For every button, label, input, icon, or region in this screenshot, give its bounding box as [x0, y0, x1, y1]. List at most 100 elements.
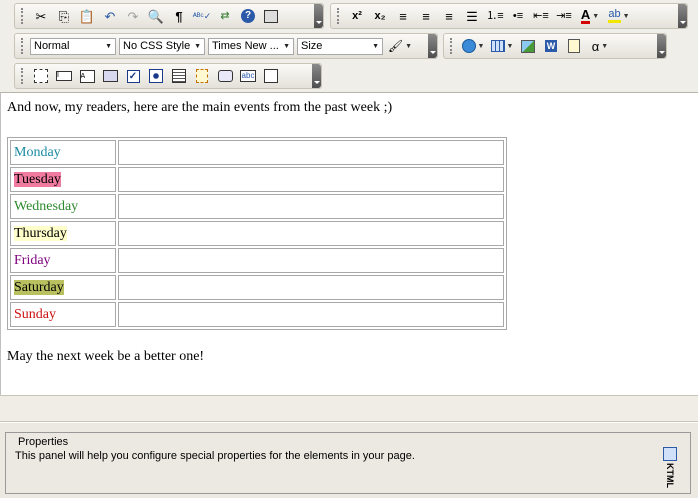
day-cell[interactable]: Saturday [10, 275, 116, 300]
day-cell[interactable]: Thursday [10, 221, 116, 246]
button-icon[interactable] [214, 65, 236, 87]
format-toolbar: x² x₂ ≡ ≡ ≡ ☰ ⒈≡ •≡ ⇤≡ ⇥≡ A ▼ ab ▼ [330, 3, 688, 29]
chevron-down-icon: ▼ [194, 42, 201, 50]
event-cell[interactable] [118, 140, 504, 165]
image-icon[interactable] [517, 35, 539, 57]
align-right-icon[interactable]: ≡ [438, 5, 460, 27]
toolbar-grip[interactable] [450, 38, 455, 54]
event-cell[interactable] [118, 221, 504, 246]
table-row: Thursday [10, 221, 504, 246]
properties-legend: Properties [16, 436, 71, 448]
preview-icon[interactable] [260, 5, 282, 27]
copy-icon[interactable]: ⎘ [53, 5, 75, 27]
outdent-icon[interactable]: ⇤≡ [530, 5, 552, 27]
toolbar-overflow-button[interactable] [314, 4, 323, 28]
justify-icon[interactable]: ☰ [461, 5, 483, 27]
day-label: Tuesday [14, 171, 61, 187]
font-name-select[interactable]: Times New ... ▼ [208, 37, 294, 55]
day-cell[interactable]: Friday [10, 248, 116, 273]
css-style-select[interactable]: No CSS Style ▼ [119, 37, 205, 55]
edit-toolbar: ✂ ⎘ 📋 ↶ ↷ 🔍 ¶ ᴬᴮᶜ✓ ⇄ ? [14, 3, 324, 29]
indent-icon[interactable]: ⇥≡ [553, 5, 575, 27]
highlight-icon[interactable]: ab ▼ [605, 5, 633, 27]
editor-content[interactable]: And now, my readers, here are the main e… [0, 93, 698, 395]
paragraph-format-value: Normal [34, 40, 70, 52]
redo-icon[interactable]: ↷ [122, 5, 144, 27]
undo-icon[interactable]: ↶ [99, 5, 121, 27]
intro-paragraph: And now, my readers, here are the main e… [7, 100, 393, 115]
label-icon[interactable]: abc [237, 65, 259, 87]
pilcrow-icon[interactable]: ¶ [168, 5, 190, 27]
properties-panel: Properties This panel will help you conf… [0, 423, 698, 498]
word-document-icon[interactable]: W [540, 35, 562, 57]
day-label: Sunday [14, 306, 56, 322]
form-toolbar: I A ✓ abc [14, 63, 322, 89]
help-icon[interactable]: ? [237, 5, 259, 27]
toolbar-overflow-button[interactable] [312, 64, 321, 88]
toolbar-grip[interactable] [21, 38, 26, 54]
special-char-icon[interactable]: α ▼ [586, 35, 614, 57]
ktml-logo: KTML [662, 447, 678, 489]
align-left-icon[interactable]: ≡ [392, 5, 414, 27]
toolbar-grip[interactable] [21, 68, 26, 84]
subscript-icon[interactable]: x₂ [369, 5, 391, 27]
form-icon[interactable] [30, 65, 52, 87]
superscript-icon[interactable]: x² [346, 5, 368, 27]
day-cell[interactable]: Sunday [10, 302, 116, 327]
ordered-list-icon[interactable]: ⒈≡ [484, 5, 506, 27]
file-field-icon[interactable] [191, 65, 213, 87]
event-cell[interactable] [118, 194, 504, 219]
day-label: Friday [14, 252, 51, 268]
events-table[interactable]: Monday Tuesday Wednesday Thursday Friday Satu… [7, 137, 507, 330]
day-label: Wednesday [14, 198, 79, 214]
fieldset-icon[interactable] [260, 65, 282, 87]
unordered-list-icon[interactable]: •≡ [507, 5, 529, 27]
replace-icon[interactable]: ⇄ [214, 5, 236, 27]
status-bar [0, 395, 698, 422]
toolbar-grip[interactable] [21, 8, 26, 24]
ktml-logo-icon [663, 447, 677, 461]
find-icon[interactable]: 🔍 [145, 5, 167, 27]
toolbar-overflow-button[interactable] [428, 34, 437, 58]
event-cell[interactable] [118, 248, 504, 273]
table-row: Friday [10, 248, 504, 273]
textarea-icon[interactable]: A [76, 65, 98, 87]
paragraph-format-select[interactable]: Normal ▼ [30, 37, 116, 55]
table-icon[interactable]: ▼ [488, 35, 516, 57]
radio-icon[interactable] [145, 65, 167, 87]
day-cell[interactable]: Wednesday [10, 194, 116, 219]
spellcheck-icon[interactable]: ᴬᴮᶜ✓ [191, 5, 213, 27]
event-cell[interactable] [118, 275, 504, 300]
hyperlink-icon[interactable]: ▼ [459, 35, 487, 57]
hidden-field-icon[interactable] [99, 65, 121, 87]
toolbar-overflow-button[interactable] [657, 34, 666, 58]
insert-toolbar: ▼ ▼ W α ▼ [443, 33, 667, 59]
insert-file-icon[interactable] [563, 35, 585, 57]
font-size-select[interactable]: Size ▼ [297, 37, 383, 55]
font-size-value: Size [301, 40, 323, 52]
paste-icon[interactable]: 📋 [76, 5, 98, 27]
event-cell[interactable] [118, 167, 504, 192]
properties-fieldset: Properties This panel will help you conf… [5, 432, 691, 494]
toolbar-overflow-button[interactable] [678, 4, 687, 28]
textfield-icon[interactable]: I [53, 65, 75, 87]
toolbar-grip[interactable] [337, 8, 342, 24]
event-cell[interactable] [118, 302, 504, 327]
checkbox-icon[interactable]: ✓ [122, 65, 144, 87]
chevron-down-icon: ▼ [283, 42, 290, 50]
clean-format-icon[interactable]: 🖌 ▼ [386, 35, 414, 57]
cut-icon[interactable]: ✂ [30, 5, 52, 27]
table-row: Saturday [10, 275, 504, 300]
day-label: Saturday [14, 279, 64, 295]
font-color-icon[interactable]: A ▼ [576, 5, 604, 27]
special-char-label: α [591, 38, 600, 54]
editor-toolbar-area: ✂ ⎘ 📋 ↶ ↷ 🔍 ¶ ᴬᴮᶜ✓ ⇄ ? x² x₂ ≡ ≡ ≡ ☰ ⒈≡ … [0, 0, 698, 93]
select-list-icon[interactable] [168, 65, 190, 87]
ktml-logo-label: KTML [665, 463, 675, 488]
table-row: Monday [10, 140, 504, 165]
day-cell[interactable]: Tuesday [10, 167, 116, 192]
properties-text: This panel will help you configure speci… [15, 450, 415, 462]
align-center-icon[interactable]: ≡ [415, 5, 437, 27]
day-cell[interactable]: Monday [10, 140, 116, 165]
table-row: Tuesday [10, 167, 504, 192]
